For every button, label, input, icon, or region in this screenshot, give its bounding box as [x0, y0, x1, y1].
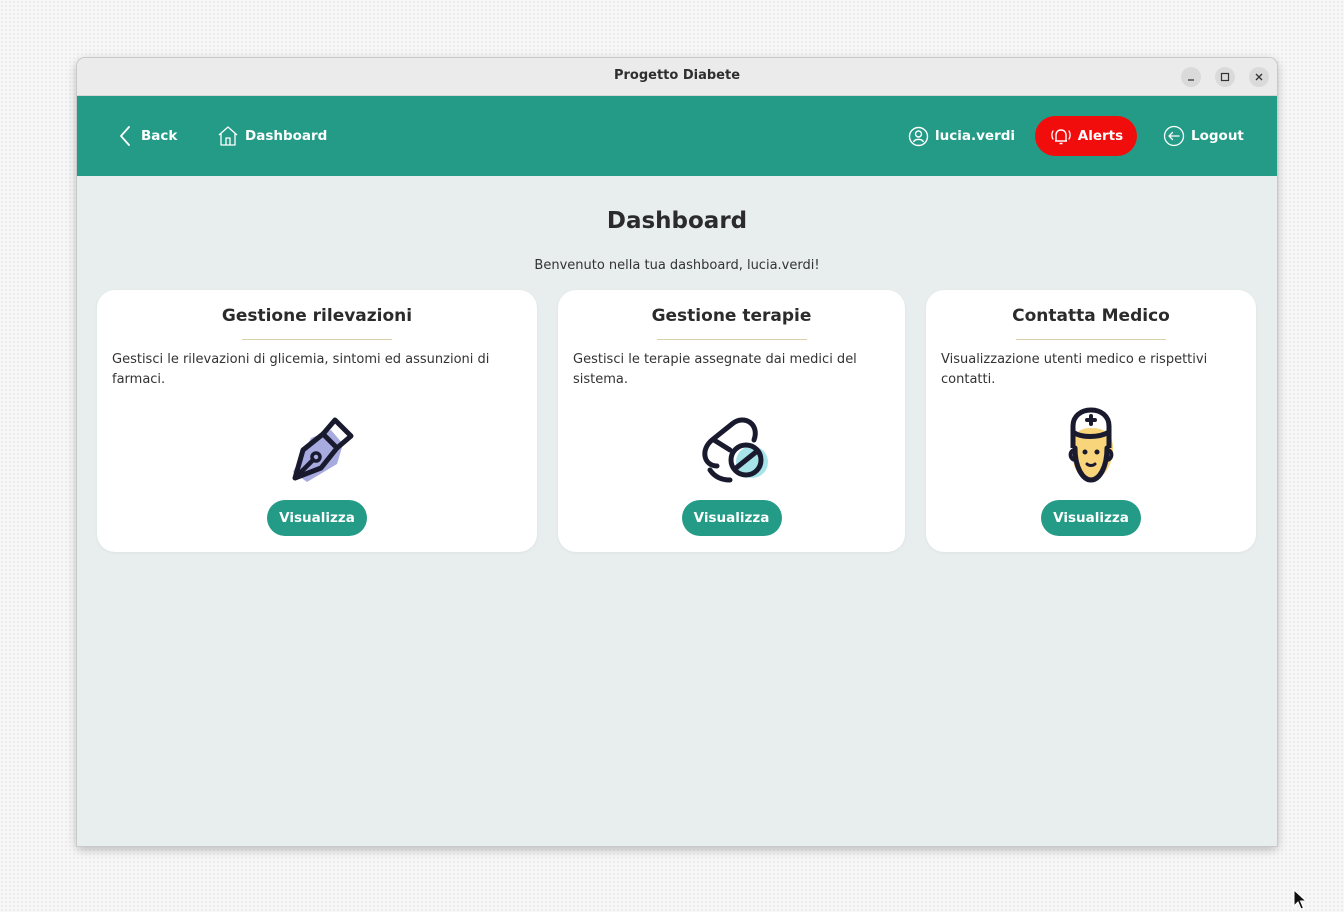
- close-icon: [1255, 73, 1263, 81]
- title-divider: [242, 339, 392, 340]
- user-icon: [908, 126, 929, 146]
- card-gestione-terapie: Gestione terapie Gestisci le terapie ass…: [558, 290, 905, 552]
- chevron-left-icon: [120, 126, 130, 146]
- mouse-pointer-icon: [1293, 889, 1307, 910]
- back-label: Back: [141, 128, 178, 144]
- alerts-label: Alerts: [1077, 128, 1124, 144]
- card-contatta-medico: Contatta Medico Visualizzazione utenti m…: [926, 290, 1256, 552]
- card-title: Gestione terapie: [651, 306, 812, 326]
- visualizza-medico-button[interactable]: Visualizza: [1041, 500, 1141, 536]
- maximize-button[interactable]: [1215, 67, 1235, 87]
- visualizza-terapie-button[interactable]: Visualizza: [681, 500, 782, 536]
- card-description: Gestisci le terapie assegnate dai medici…: [573, 352, 857, 387]
- minimize-button[interactable]: [1181, 67, 1201, 87]
- alerts-button[interactable]: Alerts: [1035, 116, 1137, 156]
- title-bar[interactable]: Progetto Diabete: [77, 58, 1277, 96]
- doctor-icon: [1049, 404, 1133, 488]
- user-profile-link[interactable]: lucia.verdi: [908, 122, 1015, 150]
- username-label: lucia.verdi: [935, 128, 1016, 144]
- back-button[interactable]: Back: [117, 122, 177, 150]
- main-content: Dashboard Benvenuto nella tua dashboard,…: [77, 176, 1277, 846]
- home-icon: [218, 126, 238, 146]
- close-button[interactable]: [1249, 67, 1269, 87]
- top-navbar: Back Dashboard lucia.verdi Alerts Logout: [77, 96, 1277, 176]
- logout-label: Logout: [1191, 128, 1244, 144]
- dashboard-nav-label: Dashboard: [245, 128, 328, 144]
- logout-button[interactable]: Logout: [1163, 122, 1244, 150]
- bell-ringing-icon: [1051, 129, 1071, 145]
- card-title: Gestione rilevazioni: [221, 306, 413, 326]
- maximize-icon: [1220, 72, 1230, 82]
- title-divider: [656, 339, 807, 340]
- window-title: Progetto Diabete: [613, 68, 741, 83]
- pill-icon: [690, 404, 774, 488]
- welcome-message: Benvenuto nella tua dashboard, lucia.ver…: [534, 258, 820, 273]
- visualizza-rilevazioni-button[interactable]: Visualizza: [267, 500, 367, 536]
- title-divider: [1016, 339, 1166, 340]
- app-window: Progetto Diabete Back Dashboard lucia.ve…: [77, 58, 1277, 846]
- card-title: Contatta Medico: [1012, 306, 1170, 326]
- card-description: Gestisci le rilevazioni di glicemia, sin…: [112, 352, 490, 387]
- logout-icon: [1163, 125, 1185, 147]
- fountain-pen-icon: [275, 404, 359, 488]
- minimize-icon: [1188, 79, 1194, 81]
- card-gestione-rilevazioni: Gestione rilevazioni Gestisci le rilevaz…: [97, 290, 537, 552]
- dashboard-nav-link[interactable]: Dashboard: [217, 122, 327, 150]
- page-title: Dashboard: [606, 208, 748, 234]
- card-description: Visualizzazione utenti medico e rispetti…: [941, 352, 1208, 387]
